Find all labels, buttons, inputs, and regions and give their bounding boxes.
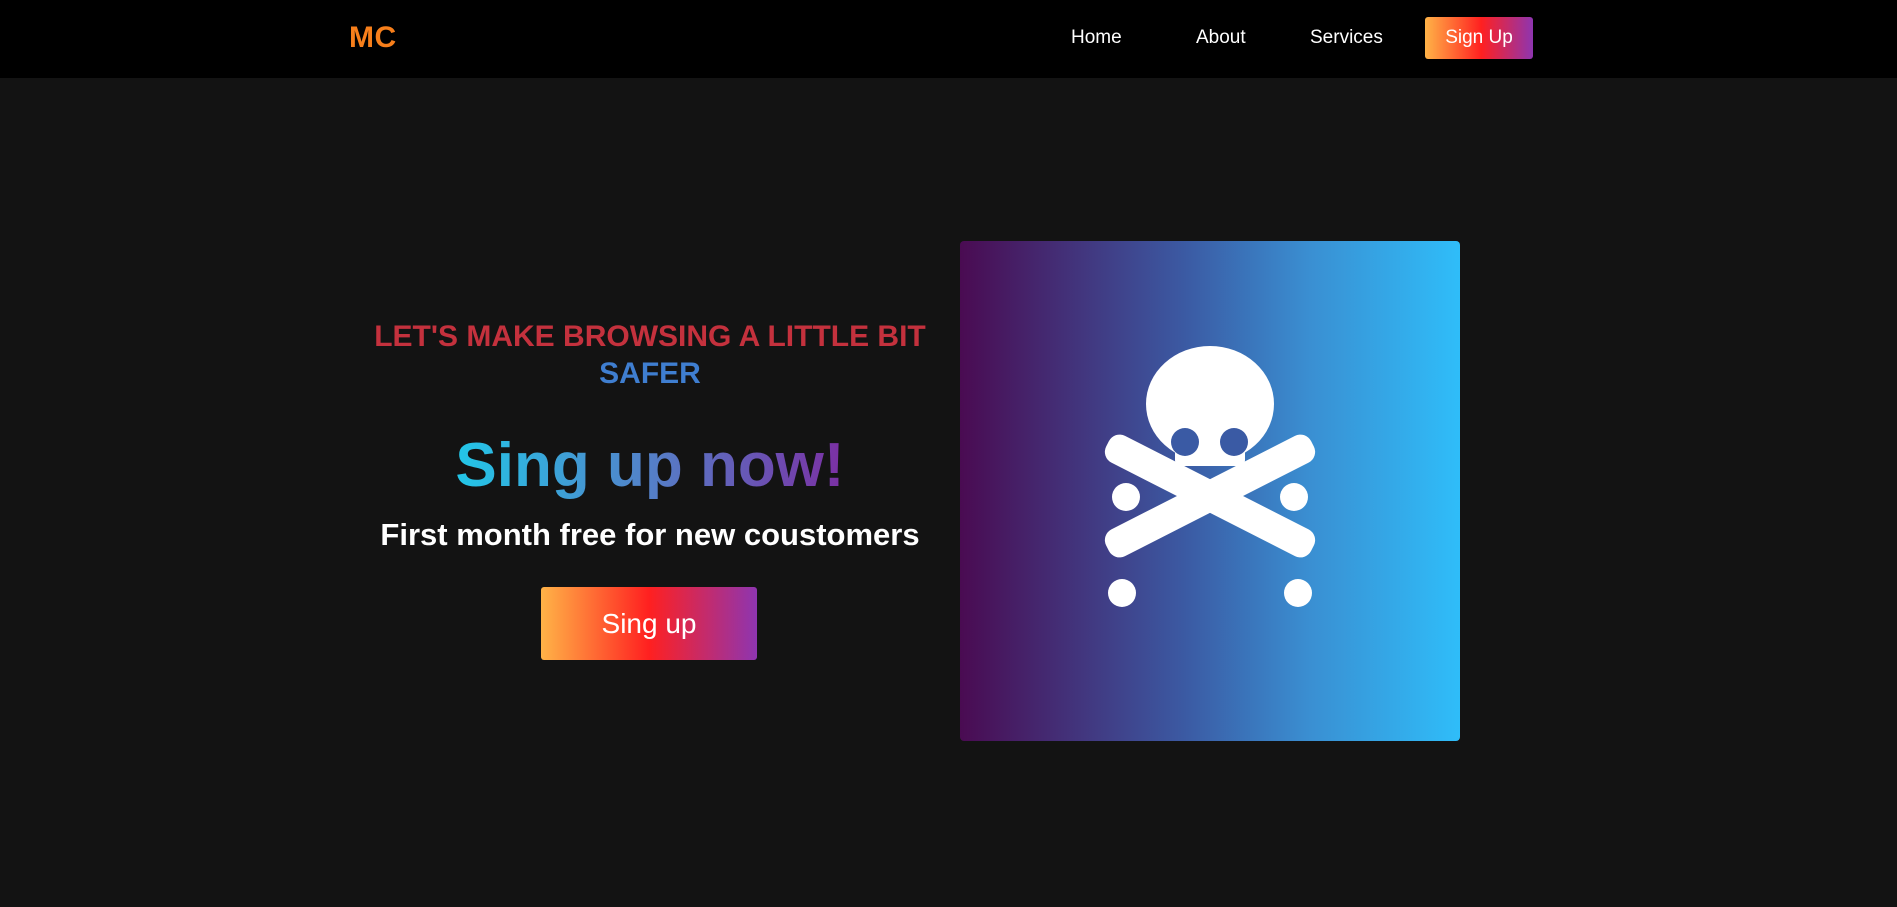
- logo[interactable]: MC: [349, 19, 397, 57]
- tagline: LET'S MAKE BROWSING A LITTLE BIT SAFER: [340, 318, 960, 392]
- nav-link-home[interactable]: Home: [1071, 25, 1122, 51]
- nav-link-services[interactable]: Services: [1310, 25, 1383, 51]
- nav-signup-button[interactable]: Sign Up: [1425, 17, 1533, 59]
- hero-text: LET'S MAKE BROWSING A LITTLE BIT SAFER S…: [340, 318, 960, 554]
- navbar: MC Home About Services Sign Up: [0, 0, 1897, 78]
- hero-image: [960, 241, 1460, 741]
- tagline-line-1: LET'S MAKE BROWSING A LITTLE BIT: [374, 320, 926, 353]
- subheadline: First month free for new coustomers: [380, 517, 920, 552]
- skull-crossbones-icon: [1104, 346, 1316, 607]
- nav-link-about[interactable]: About: [1196, 25, 1246, 51]
- signup-cta-button[interactable]: Sing up: [541, 587, 757, 660]
- tagline-line-2: SAFER: [599, 357, 701, 390]
- headline: Sing up now!: [455, 431, 845, 500]
